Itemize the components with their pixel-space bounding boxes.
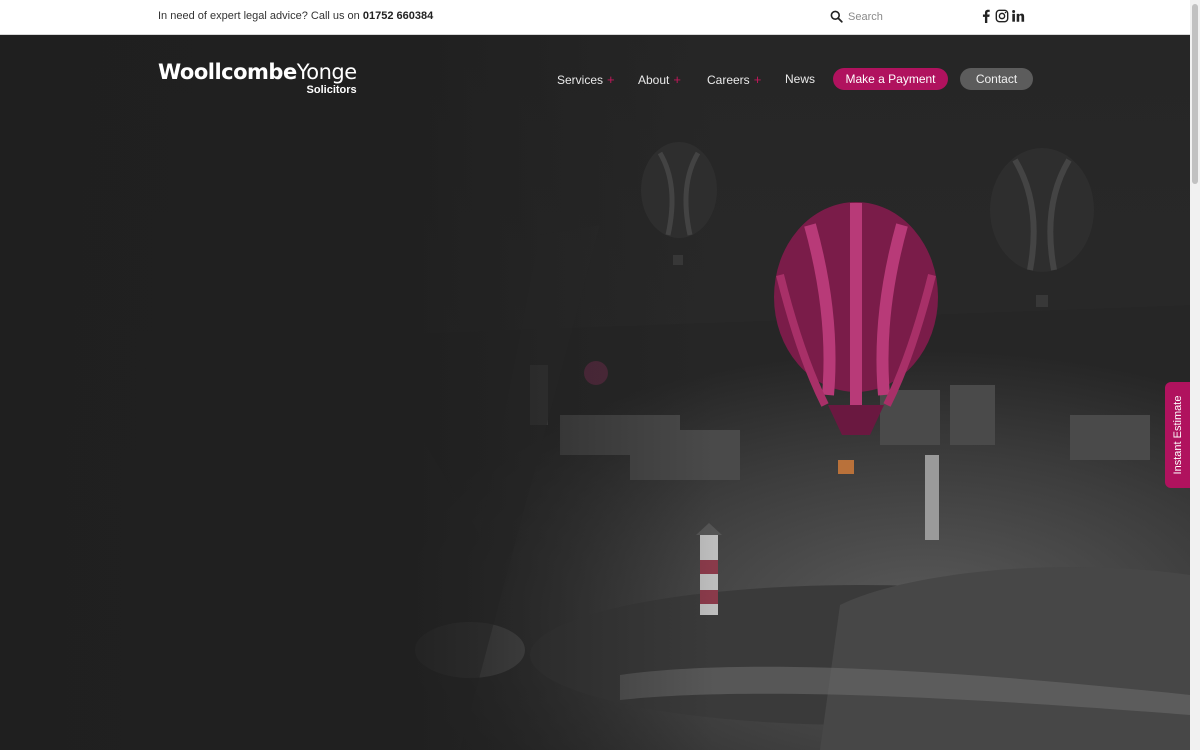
top-bar: In need of expert legal advice? Call us … [0, 0, 1190, 35]
search-icon[interactable] [830, 10, 843, 23]
nav-careers-label: Careers [707, 73, 750, 87]
nav-news-label: News [785, 72, 816, 86]
contact-button[interactable]: Contact [960, 68, 1033, 90]
linkedin-icon[interactable] [1011, 9, 1025, 23]
site-logo[interactable]: WoollcombeYonge Solicitors [158, 60, 357, 96]
instagram-icon[interactable] [995, 9, 1009, 23]
search-input[interactable] [848, 8, 968, 26]
nav-about-label: About [638, 73, 670, 87]
nav-about[interactable]: About + [638, 72, 681, 87]
plus-icon: + [607, 72, 615, 87]
instant-estimate-tab[interactable]: Instant Estimate [1165, 382, 1190, 488]
nav-news[interactable]: News [785, 72, 815, 86]
logo-wordmark: WoollcombeYonge [158, 60, 357, 84]
facebook-icon[interactable] [979, 9, 993, 23]
nav-services[interactable]: Services + [557, 72, 615, 87]
logo-part-woollcombe: Woollcombe [158, 60, 297, 84]
nav-services-label: Services [557, 73, 604, 87]
plus-icon: + [753, 72, 762, 87]
make-payment-button[interactable]: Make a Payment [833, 68, 948, 90]
advice-message: In need of expert legal advice? Call us … [158, 10, 363, 22]
hero-section: Instant Estimate [0, 35, 1190, 750]
phone-number[interactable]: 01752 660384 [363, 10, 433, 22]
logo-subtitle: Solicitors [306, 84, 357, 96]
instant-estimate-label: Instant Estimate [1171, 395, 1184, 475]
logo-part-yonge: Yonge [296, 60, 357, 84]
page-scrollbar[interactable] [1190, 0, 1200, 750]
advice-text: In need of expert legal advice? Call us … [158, 10, 433, 22]
nav-careers[interactable]: Careers + [707, 72, 761, 87]
scrollbar-thumb[interactable] [1192, 4, 1198, 184]
hero-background-image [0, 35, 1190, 750]
plus-icon: + [673, 72, 681, 87]
